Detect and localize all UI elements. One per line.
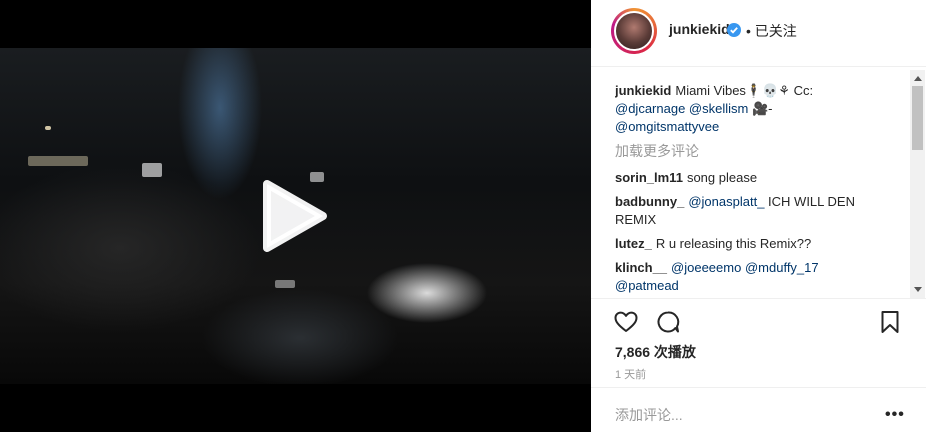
caption-dash: - — [768, 101, 773, 116]
heart-icon[interactable] — [613, 309, 639, 335]
camera-emoji: 🎥 — [751, 101, 769, 116]
comments-scrollbar[interactable] — [910, 70, 925, 298]
stage-light — [142, 163, 162, 177]
scroll-down-arrow-icon[interactable] — [914, 287, 922, 292]
mention-link[interactable]: @mduffy_17 — [745, 260, 819, 275]
mention-link[interactable]: @djcarnage — [615, 101, 685, 116]
mention-link[interactable]: @skellism — [689, 101, 748, 116]
add-comment-bar: 添加评论... ••• — [591, 387, 926, 433]
mention-link[interactable]: @omgitsmattyvee — [615, 119, 719, 134]
more-options-icon[interactable]: ••• — [885, 406, 905, 424]
avatar[interactable] — [614, 11, 654, 51]
scroll-up-arrow-icon[interactable] — [914, 76, 922, 81]
comment-username[interactable]: badbunny_ — [615, 194, 684, 209]
comment-item: klinch__ @joeeeemo @mduffy_17 @patmead — [615, 259, 899, 295]
view-count: 7,866 次播放 — [615, 344, 696, 360]
stage-light — [45, 126, 51, 130]
add-comment-input[interactable]: 添加评论... — [615, 405, 683, 425]
mention-link[interactable]: @patmead — [615, 278, 679, 293]
video-player[interactable] — [0, 48, 591, 384]
scrollbar-thumb[interactable] — [912, 86, 923, 150]
media-panel — [0, 0, 591, 432]
comments-list[interactable]: junkiekid Miami Vibes🕴💀⚘ Cc: @djcarnage @… — [615, 82, 899, 296]
username-link[interactable]: junkiekid — [669, 21, 730, 37]
comment-username[interactable]: sorin_lm11 — [615, 170, 683, 185]
comment-username[interactable]: klinch__ — [615, 260, 667, 275]
caption: junkiekid Miami Vibes🕴💀⚘ Cc: @djcarnage @… — [615, 82, 899, 136]
verified-badge-icon — [727, 23, 741, 37]
stage-light — [275, 280, 295, 288]
timestamp[interactable]: 1 天前 — [615, 366, 646, 382]
comment-item: lutez_ R u releasing this Remix?? — [615, 235, 899, 253]
comment-text: R u releasing this Remix?? — [655, 236, 812, 251]
comment-item: badbunny_ @jonasplatt_ ICH WILL DEN REMIX — [615, 193, 899, 229]
post-sidebar: junkiekid • 已关注 junkiekid Miami Vibes🕴💀⚘ … — [591, 0, 926, 432]
caption-emojis: 🕴💀⚘ — [745, 83, 790, 98]
play-icon[interactable] — [255, 176, 335, 256]
caption-text: Miami Vibes — [675, 83, 746, 98]
comment-icon[interactable] — [655, 309, 681, 335]
action-bar — [591, 298, 926, 345]
mention-link[interactable]: @joeeeemo — [671, 260, 741, 275]
caption-cc: Cc: — [793, 83, 814, 98]
caption-username[interactable]: junkiekid — [615, 83, 671, 98]
comment-item: sorin_lm11 song please — [615, 169, 899, 187]
post-header: junkiekid • 已关注 — [591, 0, 926, 67]
stage-light — [28, 156, 88, 166]
comment-text: song please — [686, 170, 758, 185]
load-more-comments[interactable]: 加载更多评论 — [615, 142, 899, 160]
mention-link[interactable]: @jonasplatt_ — [688, 194, 764, 209]
follow-status[interactable]: • 已关注 — [746, 21, 797, 41]
comment-username[interactable]: lutez_ — [615, 236, 652, 251]
story-ring[interactable] — [611, 8, 657, 54]
bookmark-icon[interactable] — [877, 309, 903, 335]
